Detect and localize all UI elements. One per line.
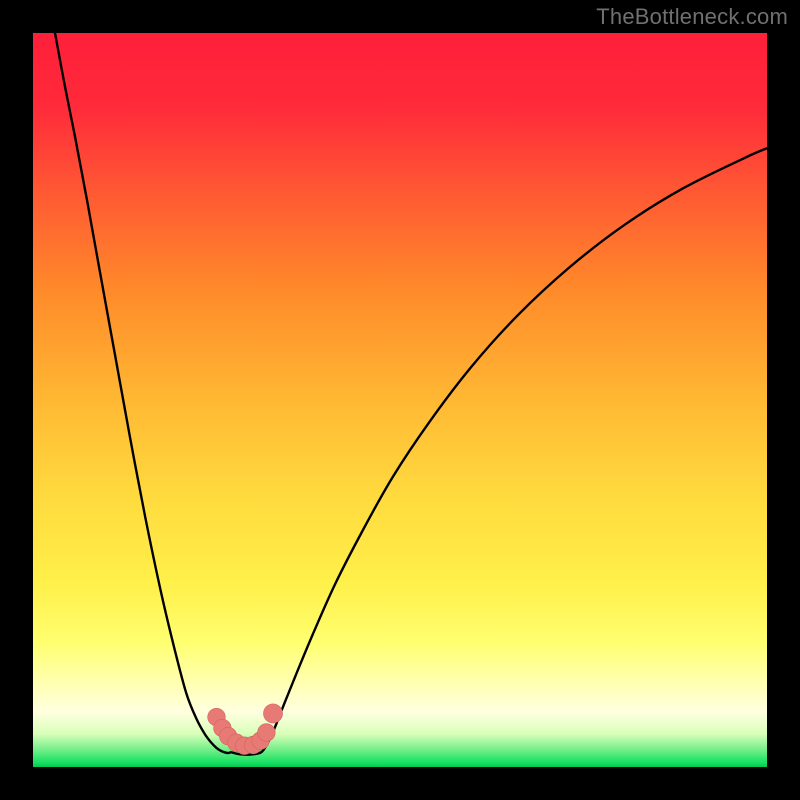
valley-marker — [263, 704, 282, 723]
watermark-text: TheBottleneck.com — [596, 4, 788, 30]
plot-area — [33, 33, 767, 767]
valley-marker — [258, 724, 276, 742]
gradient-background — [33, 33, 767, 767]
chart-frame: TheBottleneck.com — [0, 0, 800, 800]
plot-svg — [33, 33, 767, 767]
